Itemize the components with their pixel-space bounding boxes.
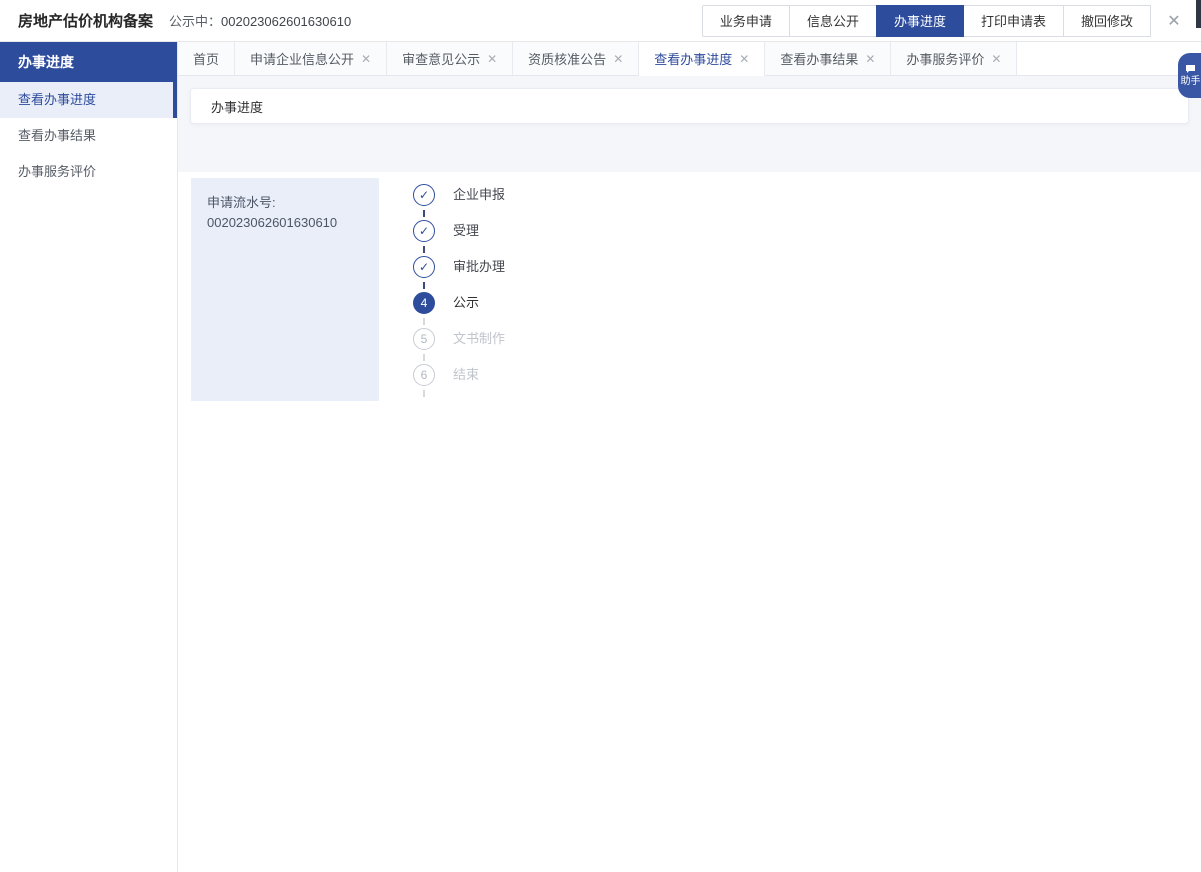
step-label: 企业申报 [453,184,505,206]
tab[interactable]: 审查意见公示 ✕ [387,42,513,75]
step-label: 审批办理 [453,256,505,278]
tab-label: 查看办事结果 [780,49,858,68]
progress-step: 6 结束 [413,364,505,400]
sidebar-item-label: 办事服务评价 [18,164,96,179]
panel-header: 办事进度 [190,88,1189,124]
progress-step: ✓ 企业申报 [413,184,505,220]
progress-step: ✓ 受理 [413,220,505,256]
tab-close-icon[interactable]: ✕ [865,53,875,65]
tab[interactable]: 办事服务评价 ✕ [891,42,1017,75]
status-serial-number: 002023062601630610 [221,14,351,29]
assistant-label: 助手 [1181,76,1201,87]
sidebar: 办事进度 查看办事进度 查看办事结果 办事服务评价 [0,42,178,872]
sidebar-item[interactable]: 查看办事进度 [0,82,177,118]
tab-close-icon[interactable]: ✕ [991,53,1001,65]
header-action-button[interactable]: 撤回修改 [1063,5,1151,37]
step-state-icon: 4 [413,292,435,314]
header-action-button-label: 办事进度 [894,11,946,30]
serial-value: 002023062601630610 [207,213,363,233]
tab[interactable]: 申请企业信息公开 ✕ [235,42,387,75]
progress-steps: ✓ 企业申报 ✓ 受理 ✓ 审批办理 4 公示 [413,184,505,400]
step-label: 结束 [453,364,479,386]
chat-icon [1185,64,1196,74]
tab-close-icon[interactable]: ✕ [361,53,371,65]
tab[interactable]: 首页 [178,42,235,75]
sidebar-item-label: 查看办事结果 [18,128,96,143]
status-label: 公示中： [169,14,221,29]
tab-close-icon[interactable]: ✕ [739,53,749,65]
tab-label: 办事服务评价 [906,49,984,68]
sidebar-item[interactable]: 办事服务评价 [0,154,177,190]
header-action-button-label: 撤回修改 [1081,11,1133,30]
step-label: 受理 [453,220,479,242]
header-button-group: 业务申请 信息公开 办事进度 打印申请表 撤回修改 [702,5,1151,37]
step-label: 公示 [453,292,479,314]
header-action-button[interactable]: 信息公开 [789,5,877,37]
progress-step: 5 文书制作 [413,328,505,364]
panel-title: 办事进度 [211,97,263,116]
serial-info-box: 申请流水号: 002023062601630610 [191,178,379,401]
step-state-icon: 6 [413,364,435,386]
header-action-button[interactable]: 办事进度 [876,5,964,37]
tab-bar: 首页 申请企业信息公开 ✕ 审查意见公示 ✕ 资质核准公告 ✕ 查看办事进度 ✕ [178,42,1201,76]
progress-step: 4 公示 [413,292,505,328]
header-action-button-label: 业务申请 [720,11,772,30]
close-icon[interactable]: ✕ [1157,5,1191,37]
assistant-button[interactable]: 助手 [1178,53,1201,98]
header-action-button-label: 信息公开 [807,11,859,30]
app-title: 房地产估价机构备案 [18,10,153,31]
step-label: 文书制作 [453,328,505,350]
app-header: 房地产估价机构备案 公示中：002023062601630610 业务申请 信息… [0,0,1201,42]
tab[interactable]: 查看办事结果 ✕ [765,42,891,75]
tab-close-icon[interactable]: ✕ [613,53,623,65]
progress-step: ✓ 审批办理 [413,256,505,292]
tab-label: 资质核准公告 [528,49,606,68]
tab-label: 首页 [193,49,219,68]
step-state-icon: ✓ [413,184,435,206]
header-action-button-label: 打印申请表 [981,11,1046,30]
status-text: 公示中：002023062601630610 [169,11,351,30]
tab-label: 查看办事进度 [654,49,732,68]
tab-label: 审查意见公示 [402,49,480,68]
content-area: 申请流水号: 002023062601630610 ✓ 企业申报 ✓ 受理 ✓ … [178,172,1201,872]
tab[interactable]: 资质核准公告 ✕ [513,42,639,75]
header-action-button[interactable]: 打印申请表 [963,5,1064,37]
serial-label: 申请流水号: [207,193,363,213]
header-action-button[interactable]: 业务申请 [702,5,790,37]
step-state-icon: ✓ [413,256,435,278]
sidebar-title: 办事进度 [0,42,177,82]
tab-label: 申请企业信息公开 [250,49,354,68]
tab-close-icon[interactable]: ✕ [487,53,497,65]
tab[interactable]: 查看办事进度 ✕ [639,42,765,76]
scrollbar-thumb[interactable] [1196,0,1201,28]
main-area: 首页 申请企业信息公开 ✕ 审查意见公示 ✕ 资质核准公告 ✕ 查看办事进度 ✕ [178,42,1201,872]
step-state-icon: 5 [413,328,435,350]
step-state-icon: ✓ [413,220,435,242]
sidebar-item[interactable]: 查看办事结果 [0,118,177,154]
sidebar-item-label: 查看办事进度 [18,92,96,107]
